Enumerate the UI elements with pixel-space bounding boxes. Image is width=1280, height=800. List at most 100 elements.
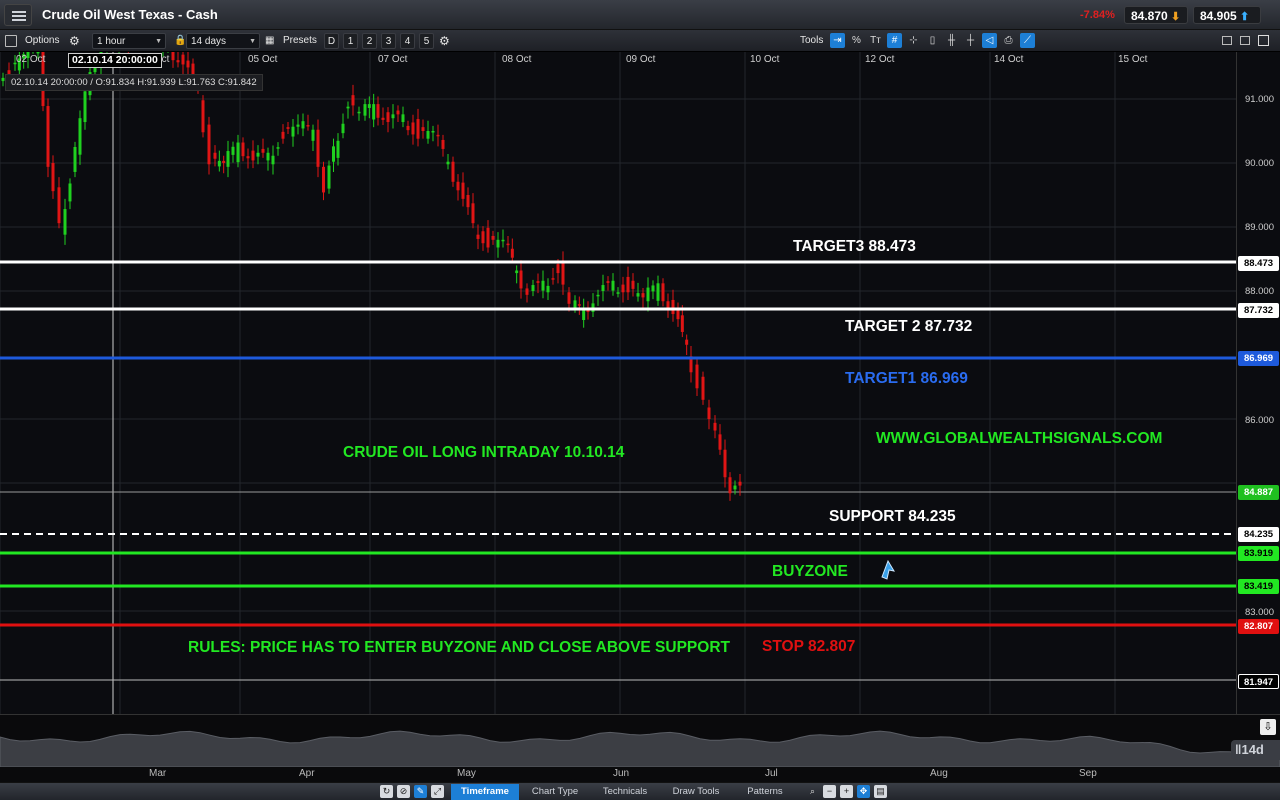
candle-body xyxy=(381,117,385,120)
expand-icon[interactable]: ⤢ xyxy=(431,785,444,798)
ohlc-icon[interactable]: ┼ xyxy=(963,33,978,48)
candle-body xyxy=(671,299,675,315)
date-label: 12 Oct xyxy=(865,54,895,65)
date-label: 02 Oct xyxy=(16,54,46,65)
preset-d-button[interactable]: D xyxy=(324,33,339,49)
candle-body xyxy=(676,310,680,320)
bars-icon[interactable]: ╫ xyxy=(944,33,959,48)
crosshair-icon[interactable]: ⊹ xyxy=(906,33,921,48)
candle-body xyxy=(291,126,295,137)
lock-icon[interactable]: 🔒 xyxy=(174,33,186,49)
ohlc-tooltip: 02.10.14 20:00:00 / O:91.834 H:91.939 L:… xyxy=(5,74,263,91)
candle-body xyxy=(391,114,395,119)
preset-2-button[interactable]: 2 xyxy=(362,33,377,49)
preset-4-button[interactable]: 4 xyxy=(400,33,415,49)
date-label: 08 Oct xyxy=(502,54,532,65)
download-icon[interactable]: ⇩ xyxy=(1260,719,1276,735)
ask-price-button[interactable]: 84.905 ⬆ xyxy=(1193,6,1261,24)
candle-body xyxy=(181,54,185,65)
ask-price: 84.905 xyxy=(1200,9,1237,23)
candle-body xyxy=(525,288,529,295)
label-icon[interactable]: ◁ xyxy=(982,33,997,48)
window-title: Crude Oil West Texas - Cash xyxy=(42,7,218,22)
zoom-out-icon[interactable]: − xyxy=(823,785,836,798)
candle-body xyxy=(271,155,275,165)
candle-body xyxy=(626,276,630,293)
percent-icon[interactable]: % xyxy=(849,33,864,48)
axis-label: 90.000 xyxy=(1244,158,1274,169)
preset-1-button[interactable]: 1 xyxy=(343,33,358,49)
candle-body xyxy=(436,134,440,137)
settings-gear-icon[interactable]: ⚙ xyxy=(439,33,450,49)
candle-body xyxy=(306,125,310,127)
price-change: -7.84% xyxy=(1080,9,1115,21)
candle-body xyxy=(341,123,345,134)
draw-line-icon[interactable]: ⟋ xyxy=(1020,33,1035,48)
range-navigator[interactable]: Mar Apr May Jun Jul Aug Sep ⇩ ‖14d xyxy=(0,714,1280,782)
bid-price-button[interactable]: 84.870 ⬇ xyxy=(1124,6,1188,24)
navigator-month-label: May xyxy=(457,768,476,779)
chart-grid xyxy=(0,52,1236,714)
zoom-icon[interactable]: ⌕ xyxy=(806,785,819,798)
candle-body xyxy=(481,231,485,244)
options-button[interactable]: Options xyxy=(25,33,59,49)
fit-icon[interactable]: ✥ xyxy=(857,785,870,798)
layout-icon[interactable]: ▤ xyxy=(874,785,887,798)
navigator-range-handle[interactable]: ‖14d xyxy=(1231,740,1280,760)
zoom-in-icon[interactable]: + xyxy=(840,785,853,798)
target1-price-tag: 86.969 xyxy=(1238,351,1279,366)
bottom-toolbar: ↻ ⊘ ✎ ⤢ Timeframe Chart Type Technicals … xyxy=(0,782,1280,800)
tab-draw-tools[interactable]: Draw Tools xyxy=(662,784,730,800)
gear-icon[interactable]: ⚙ xyxy=(69,33,80,49)
navigator-month-label: Mar xyxy=(149,768,167,779)
candle-body xyxy=(276,147,280,149)
panel-icon[interactable] xyxy=(5,35,17,47)
refresh-icon[interactable]: ↻ xyxy=(380,785,393,798)
restore-icon[interactable] xyxy=(1240,36,1250,45)
text-size-icon[interactable]: Tт xyxy=(868,33,883,48)
interval-select[interactable]: 1 hour ▼ xyxy=(92,33,166,49)
minimize-icon[interactable] xyxy=(1222,36,1232,45)
candle-icon[interactable]: ▯ xyxy=(925,33,940,48)
candle-body xyxy=(651,285,655,292)
preset-3-button[interactable]: 3 xyxy=(381,33,396,49)
grid-icon[interactable]: # xyxy=(887,33,902,48)
candle-body xyxy=(213,152,217,159)
candle-body xyxy=(476,234,480,239)
candle-body xyxy=(351,95,355,106)
candle-body xyxy=(685,339,689,345)
date-label: 05 Oct xyxy=(248,54,278,65)
maximize-icon[interactable] xyxy=(1258,35,1269,46)
tab-technicals[interactable]: Technicals xyxy=(591,784,659,800)
candle-body xyxy=(546,285,550,293)
strategy-title-annotation: CRUDE OIL LONG INTRADAY 10.10.14 xyxy=(343,444,625,461)
buyzone-annotation: BUYZONE xyxy=(772,563,848,580)
print-icon[interactable]: ⎙ xyxy=(1001,33,1016,48)
chevron-down-icon: ▼ xyxy=(155,38,162,45)
tab-patterns[interactable]: Patterns xyxy=(733,784,797,800)
candle-body xyxy=(296,124,300,127)
navigator-month-label: Aug xyxy=(930,768,948,779)
tab-chart-type[interactable]: Chart Type xyxy=(522,784,588,800)
snap-icon[interactable]: ⇥ xyxy=(830,33,845,48)
tab-timeframe[interactable]: Timeframe xyxy=(451,784,519,800)
chart-canvas xyxy=(0,52,1236,714)
candle-body xyxy=(695,364,699,389)
candle-body xyxy=(231,146,235,155)
navigator-month-label: Sep xyxy=(1079,768,1097,779)
ban-icon[interactable]: ⊘ xyxy=(397,785,410,798)
menu-icon[interactable] xyxy=(4,4,32,26)
candle-body xyxy=(666,301,670,308)
price-axis[interactable]: 91.000 90.000 89.000 88.000 86.000 83.00… xyxy=(1236,52,1280,714)
stop-price-tag: 82.807 xyxy=(1238,619,1279,634)
candle-body xyxy=(621,284,625,293)
range-select[interactable]: 14 days ▼ xyxy=(186,33,260,49)
current-price-tag: 84.887 xyxy=(1238,485,1279,500)
candle-body xyxy=(577,304,581,306)
pencil-icon[interactable]: ✎ xyxy=(414,785,427,798)
calendar-icon[interactable]: ▦ xyxy=(265,33,274,49)
candle-body xyxy=(226,151,230,167)
preset-5-button[interactable]: 5 xyxy=(419,33,434,49)
price-chart[interactable]: 02 Oct03 Oct05 Oct07 Oct08 Oct09 Oct10 O… xyxy=(0,52,1236,714)
candle-body xyxy=(372,104,376,120)
